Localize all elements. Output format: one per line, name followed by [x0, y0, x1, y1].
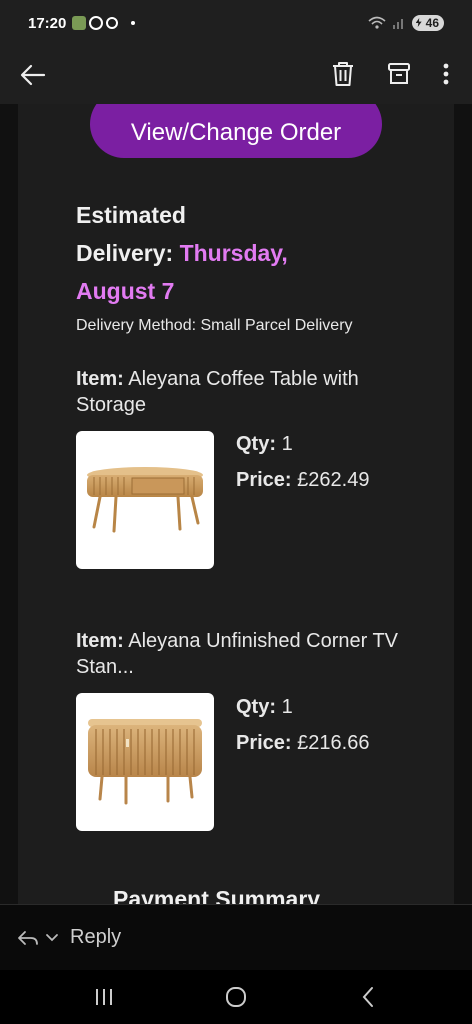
- delivery-date-line1: Thursday,: [179, 240, 288, 266]
- qty-value: 1: [281, 696, 293, 718]
- status-time: 17:20: [28, 14, 67, 32]
- chrome-icon: [106, 17, 119, 29]
- qty-row: Qty: 1: [236, 689, 369, 725]
- coffee-table-illustration: [87, 467, 203, 533]
- price-row: Price: £262.49: [236, 462, 369, 498]
- home-icon[interactable]: [223, 984, 249, 1010]
- reply-icon[interactable]: [16, 928, 40, 948]
- qty-label: Qty:: [236, 433, 276, 455]
- notification-dot-icon: [131, 21, 136, 25]
- price-value: £216.66: [297, 732, 370, 754]
- status-notification-icons: [72, 16, 136, 30]
- price-label: Price:: [236, 469, 292, 491]
- item-name: Aleyana Unfinished Corner TV Stan...: [76, 630, 399, 678]
- status-bar: 17:20 46: [0, 0, 472, 46]
- delivery-method: Delivery Method: Small Parcel Delivery: [76, 317, 353, 334]
- qty-value: 1: [281, 433, 293, 455]
- email-body: View/Change Order Estimated Delivery: Th…: [0, 104, 472, 904]
- view-change-order-button[interactable]: View/Change Order: [90, 104, 382, 158]
- trash-icon[interactable]: [330, 60, 356, 88]
- chevron-down-icon[interactable]: [44, 930, 60, 946]
- back-arrow-icon[interactable]: [18, 60, 48, 90]
- coffee-table-image[interactable]: [76, 431, 214, 569]
- archive-icon[interactable]: [386, 60, 412, 88]
- delivery-label: Delivery:: [76, 240, 174, 266]
- item-label: Item:: [76, 630, 124, 652]
- price-row: Price: £216.66: [236, 725, 369, 761]
- tv-stand-illustration: [88, 719, 202, 805]
- delivery-date-line2: August 7: [76, 278, 175, 304]
- reply-button[interactable]: Reply: [70, 926, 121, 949]
- payment-summary-heading: Payment Summary: [113, 886, 321, 904]
- estimated-delivery: Estimated Delivery: Thursday, August 7: [76, 196, 416, 310]
- app-bar: [0, 46, 472, 104]
- wifi-icon: [368, 16, 386, 29]
- estimated-label: Estimated: [76, 202, 186, 228]
- nav-back-icon[interactable]: [356, 984, 382, 1010]
- item-meta: Qty: 1 Price: £262.49: [236, 426, 369, 498]
- qty-row: Qty: 1: [236, 426, 369, 462]
- item-title: Item: Aleyana Coffee Table with Storage: [76, 366, 416, 418]
- reply-bar[interactable]: Reply: [0, 904, 472, 970]
- price-label: Price:: [236, 732, 292, 754]
- system-nav-bar: [0, 970, 472, 1024]
- ring-icon: [89, 16, 104, 30]
- photo-app-icon: [72, 16, 87, 30]
- recent-apps-icon[interactable]: [91, 984, 117, 1010]
- order-card: View/Change Order Estimated Delivery: Th…: [18, 104, 454, 904]
- price-value: £262.49: [297, 469, 370, 491]
- signal-icon: [392, 19, 403, 29]
- item-title: Item: Aleyana Unfinished Corner TV Stan.…: [76, 628, 416, 680]
- item-label: Item:: [76, 368, 124, 390]
- status-system-icons: 46: [368, 15, 444, 31]
- delivery-line: Delivery: Thursday,: [76, 234, 416, 272]
- qty-label: Qty:: [236, 696, 276, 718]
- battery-icon: 46: [411, 15, 444, 31]
- more-vert-icon[interactable]: [434, 60, 458, 88]
- item-meta: Qty: 1 Price: £216.66: [236, 689, 369, 761]
- tv-stand-image[interactable]: [76, 693, 214, 831]
